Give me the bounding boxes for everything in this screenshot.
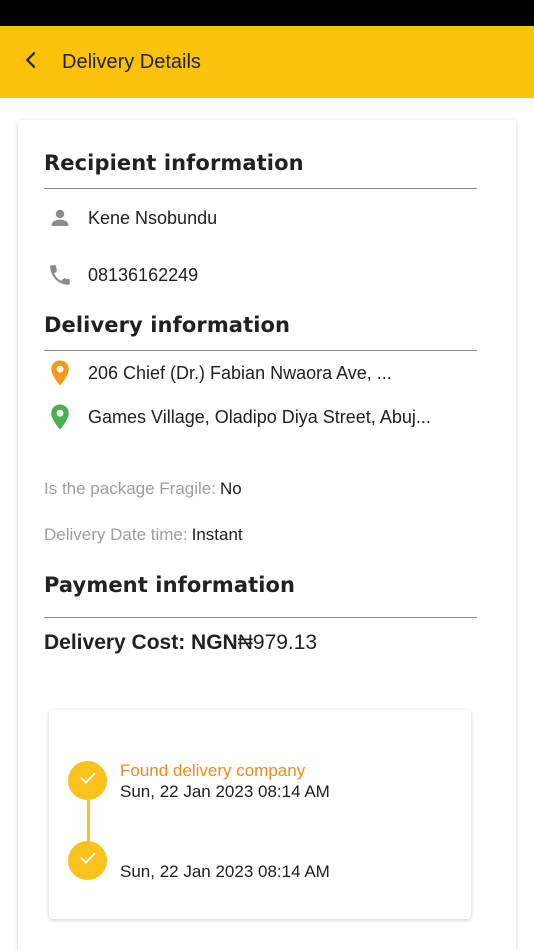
timeline-step-1-time: Sun, 22 Jan 2023 08:14 AM (120, 782, 330, 801)
recipient-phone[interactable]: 08136162249 (88, 265, 198, 286)
pickup-address: 206 Chief (Dr.) Fabian Nwaora Ave, ... (88, 362, 392, 383)
location-pin-icon (44, 357, 76, 389)
delivery-cost-label: Delivery Cost: NGN (44, 631, 238, 654)
timeline-step-1-marker (68, 761, 107, 800)
check-icon (78, 768, 98, 793)
app-bar: Delivery Details (0, 26, 534, 98)
divider (44, 617, 477, 618)
fragile-label: Is the package Fragile: (44, 479, 216, 498)
arrow-back-icon (21, 50, 41, 75)
fragile-row: Is the package Fragile: No (44, 479, 242, 499)
status-bar (0, 0, 534, 26)
dropoff-address: Games Village, Oladipo Diya Street, Abuj… (88, 406, 431, 427)
person-icon (44, 202, 76, 234)
delivery-datetime-row: Delivery Date time: Instant (44, 525, 243, 545)
recipient-name: Kene Nsobundu (88, 207, 218, 228)
delivery-cost-value: ₦979.13 (237, 631, 318, 654)
delivery-cost: Delivery Cost: NGN₦979.13 (44, 631, 317, 655)
phone-icon (44, 259, 76, 291)
dropoff-address-row: Games Village, Oladipo Diya Street, Abuj… (44, 401, 431, 433)
divider (44, 350, 477, 351)
recipient-name-row: Kene Nsobundu (44, 202, 217, 234)
page-title: Delivery Details (62, 50, 201, 73)
timeline-step-2-time: Sun, 22 Jan 2023 08:14 AM (120, 862, 330, 881)
fragile-value: No (219, 479, 242, 498)
pickup-address-row: 206 Chief (Dr.) Fabian Nwaora Ave, ... (44, 357, 392, 389)
tracking-timeline-card (49, 710, 471, 919)
back-button[interactable] (0, 26, 62, 98)
timeline-connector (87, 800, 90, 842)
recipient-heading: Recipient information (44, 151, 304, 175)
delivery-datetime-label: Delivery Date time: (44, 525, 188, 544)
location-pin-icon (44, 401, 76, 433)
check-icon (78, 848, 98, 873)
delivery-heading: Delivery information (44, 313, 291, 337)
timeline-step-2-marker (68, 841, 107, 880)
delivery-datetime-value: Instant (191, 525, 243, 544)
divider (44, 188, 477, 189)
payment-heading: Payment information (44, 573, 296, 597)
recipient-phone-row: 08136162249 (44, 259, 198, 291)
timeline-step-1-status: Found delivery company (120, 761, 306, 780)
